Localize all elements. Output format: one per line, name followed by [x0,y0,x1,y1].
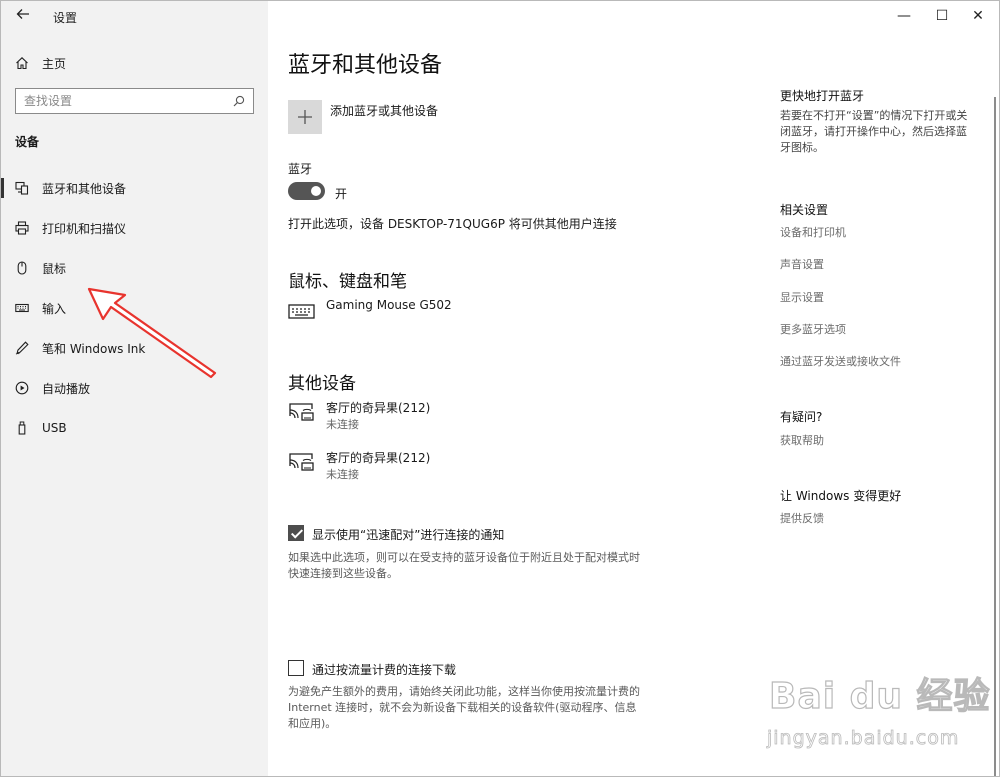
cast-device-icon [289,453,314,471]
title-bar: 设置 [1,1,268,31]
device-status: 未连接 [326,418,359,431]
link-devices-printers[interactable]: 设备和打印机 [780,224,846,240]
sidebar-item-label: 输入 [42,301,67,316]
sidebar-item-home[interactable]: 主页 [15,53,66,73]
link-send-receive-bluetooth[interactable]: 通过蓝牙发送或接收文件 [780,353,901,369]
link-get-help[interactable]: 获取帮助 [780,432,824,448]
description-line: 快速连接到这些设备。 [288,567,398,580]
autoplay-icon [15,381,29,395]
description-line: 如果选中此选项，则可以在受支持的蓝牙设备位于附近且处于配对模式时 [288,551,640,564]
metered-download-checkbox[interactable] [288,660,304,676]
description-line: 和应用)。 [288,717,337,730]
link-more-bluetooth-options[interactable]: 更多蓝牙选项 [780,321,846,337]
main-content: 蓝牙和其他设备 添加蓝牙或其他设备 蓝牙 开 打开此选项，设备 DESKTOP-… [288,1,758,776]
faster-bluetooth-text: 若要在不打开“设置”的情况下打开或关 闭蓝牙，请打开操作中心，然后选择蓝 牙图标… [780,108,985,156]
text-line: 牙图标。 [780,141,824,154]
question-heading: 有疑问? [780,410,823,424]
bluetooth-toggle[interactable] [288,182,325,200]
section-heading-devices: 设备 [15,135,40,149]
description-line: 为避免产生额外的费用，请始终关闭此功能，这样当你使用按流量计费的 [288,685,640,698]
text-line: 若要在不打开“设置”的情况下打开或关 [780,109,968,122]
faster-bluetooth-heading: 更快地打开蓝牙 [780,89,865,103]
device-item[interactable]: 客厅的奇异果(212) 未连接 [288,399,708,437]
mouse-icon [15,261,29,275]
settings-window: 设置 主页 设备 蓝牙和其他设备 打印机和扫描仪 鼠标 输入 [0,0,1000,777]
back-button[interactable] [13,6,33,26]
device-name: Gaming Mouse G502 [326,298,452,312]
device-item[interactable]: 客厅的奇异果(212) 未连接 [288,449,708,487]
sidebar-item-label: 自动播放 [42,381,91,396]
annotation-arrow [87,287,217,379]
device-name: 客厅的奇异果(212) [326,451,431,465]
link-sound-settings[interactable]: 声音设置 [780,256,824,272]
sidebar-item-printers[interactable]: 打印机和扫描仪 [1,210,268,246]
back-arrow-icon [16,9,29,19]
search-box[interactable] [15,88,254,114]
metered-download-description: 为避免产生额外的费用，请始终关闭此功能，这样当你使用按流量计费的 Interne… [288,684,678,732]
search-icon [233,95,245,107]
bluetooth-toggle-state: 开 [335,187,348,201]
sidebar-item-label: 打印机和扫描仪 [42,221,127,236]
add-device-button[interactable] [288,100,322,134]
page-title: 蓝牙和其他设备 [288,53,443,78]
link-give-feedback[interactable]: 提供反馈 [780,510,824,526]
description-line: Internet 连接时，就不会为新设备下载相关的设备软件(驱动程序、信息 [288,701,637,714]
related-settings-heading: 相关设置 [780,203,829,217]
app-title: 设置 [53,11,78,25]
device-name: 客厅的奇异果(212) [326,401,431,415]
section-heading-mouse-keyboard-pen: 鼠标、键盘和笔 [288,272,407,292]
watermark-brand: Bai du 经验 [768,675,991,717]
baidu-watermark: Bai du 经验 jingyan.baidu.com [761,661,996,776]
link-display-settings[interactable]: 显示设置 [780,289,824,305]
sidebar: 设置 主页 设备 蓝牙和其他设备 打印机和扫描仪 鼠标 输入 [1,1,268,776]
sidebar-item-label: USB [42,421,67,435]
home-icon [16,57,28,70]
bluetooth-devices-icon [15,181,29,195]
watermark-url: jingyan.baidu.com [767,727,960,750]
printer-icon [15,221,29,235]
keyboard-icon [15,301,29,315]
device-item[interactable]: Gaming Mouse G502 [288,298,708,336]
swift-pair-description: 如果选中此选项，则可以在受支持的蓝牙设备位于附近且处于配对模式时 快速连接到这些… [288,550,678,582]
sidebar-item-usb[interactable]: USB [1,410,268,446]
bluetooth-label: 蓝牙 [288,162,313,176]
sidebar-item-label: 鼠标 [42,261,67,276]
keyboard-device-icon [288,304,315,319]
plus-icon [298,110,312,124]
section-heading-other-devices: 其他设备 [288,374,356,394]
swift-pair-label[interactable]: 显示使用“迅速配对”进行连接的通知 [312,526,504,543]
home-label: 主页 [42,56,67,71]
text-line: 闭蓝牙，请打开操作中心，然后选择蓝 [780,125,967,138]
discoverable-text: 打开此选项，设备 DESKTOP-71QUG6P 将可供其他用户连接 [288,217,617,231]
metered-download-label[interactable]: 通过按流量计费的连接下载 [312,661,456,678]
sidebar-item-bluetooth[interactable]: 蓝牙和其他设备 [1,170,268,206]
cast-device-icon [289,403,314,421]
usb-icon [15,421,29,435]
add-device-label[interactable]: 添加蓝牙或其他设备 [330,102,438,119]
pen-icon [15,341,29,355]
swift-pair-checkbox[interactable] [288,525,304,541]
device-status: 未连接 [326,468,359,481]
search-input[interactable] [24,94,233,108]
sidebar-item-label: 蓝牙和其他设备 [42,181,127,196]
improve-windows-heading: 让 Windows 变得更好 [780,489,902,503]
